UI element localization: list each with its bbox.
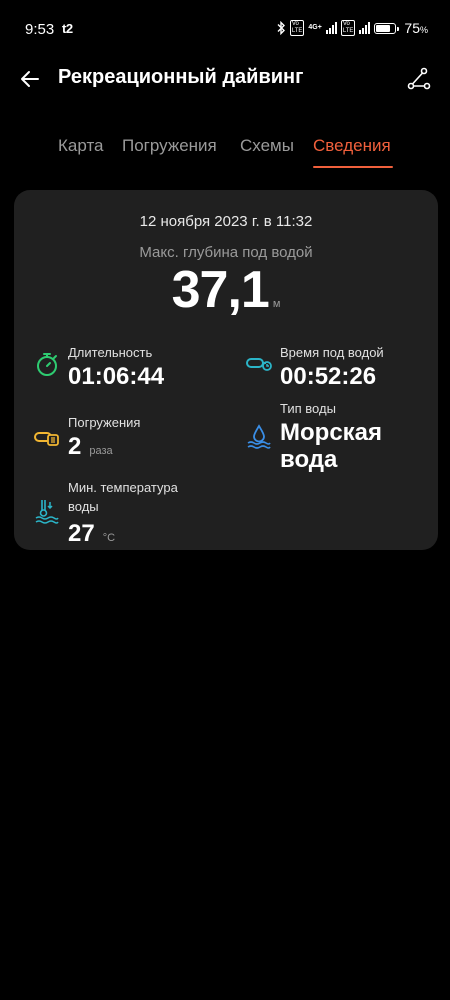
water-type-value-line1: Морская (280, 419, 383, 446)
status-time: 9:53 (25, 21, 55, 38)
battery-icon (374, 22, 400, 34)
status-bar: 9:53 t2 Vo LTE 4G+ Vo LTE 75% (0, 0, 450, 58)
tab-schemes[interactable]: Схемы (240, 136, 294, 156)
scuba-tank-icon (246, 358, 272, 371)
carrier-logo: t2 (62, 21, 73, 36)
water-thermometer-icon (35, 500, 59, 524)
metric-duration: Длительность 01:06:44 (34, 345, 224, 395)
stopwatch-icon (37, 353, 57, 376)
signal-2-icon (359, 22, 371, 34)
underwater-time-value: 00:52:26 (280, 363, 377, 390)
dive-count-icon (34, 432, 59, 446)
min-temp-label-line2: воды (68, 499, 99, 514)
dive-summary-card: 12 ноября 2023 г. в 11:32 Макс. глубина … (14, 190, 438, 550)
battery-level: 75% (404, 20, 428, 36)
arrow-left-icon[interactable] (18, 67, 42, 91)
max-depth-label: Макс. глубина под водой (139, 244, 313, 261)
water-drop-icon (247, 424, 271, 449)
tab-dives[interactable]: Погружения (122, 136, 217, 156)
page-title: Рекреационный дайвинг (58, 66, 304, 88)
max-depth-unit: м (272, 298, 281, 310)
tab-details[interactable]: Сведения (313, 136, 391, 156)
active-tab-indicator (313, 166, 393, 168)
dives-unit: раза (89, 445, 113, 457)
metric-dives: Погружения 2 раза (34, 415, 224, 465)
dives-value: 2 раза (68, 433, 113, 460)
dives-label: Погружения (68, 415, 141, 430)
network-4g-icon: 4G+ (308, 24, 322, 31)
metric-underwater-time: Время под водой 00:52:26 (246, 345, 436, 395)
volte-icon: Vo LTE (289, 20, 305, 36)
min-temp-value: 27 °C (68, 520, 116, 547)
dive-date: 12 ноября 2023 г. в 11:32 (139, 213, 313, 230)
app-header: Рекреационный дайвинг (0, 58, 450, 102)
status-icons: Vo LTE 4G+ Vo LTE 75% (276, 20, 428, 36)
tab-bar: Карта Погружения Схемы Сведения (0, 134, 450, 170)
volte-2-icon: Vo LTE (340, 20, 356, 36)
duration-label: Длительность (68, 345, 153, 360)
water-type-label: Тип воды (280, 401, 336, 416)
metric-water-type: Тип воды Морская вода (246, 400, 436, 480)
bluetooth-icon (277, 21, 285, 35)
water-type-value-line2: вода (280, 446, 338, 473)
underwater-time-label: Время под водой (280, 345, 384, 360)
min-temp-unit: °C (102, 532, 116, 544)
max-depth: 37,1 м (14, 260, 438, 320)
duration-value: 01:06:44 (68, 363, 165, 390)
metric-min-temperature: Мин. температура воды 27 °C (34, 478, 234, 548)
route-icon[interactable] (406, 66, 432, 92)
min-temp-label-line1: Мин. температура (68, 480, 178, 495)
tab-map[interactable]: Карта (58, 136, 104, 156)
max-depth-value: 37,1 (171, 261, 270, 319)
signal-1-icon (325, 22, 337, 34)
